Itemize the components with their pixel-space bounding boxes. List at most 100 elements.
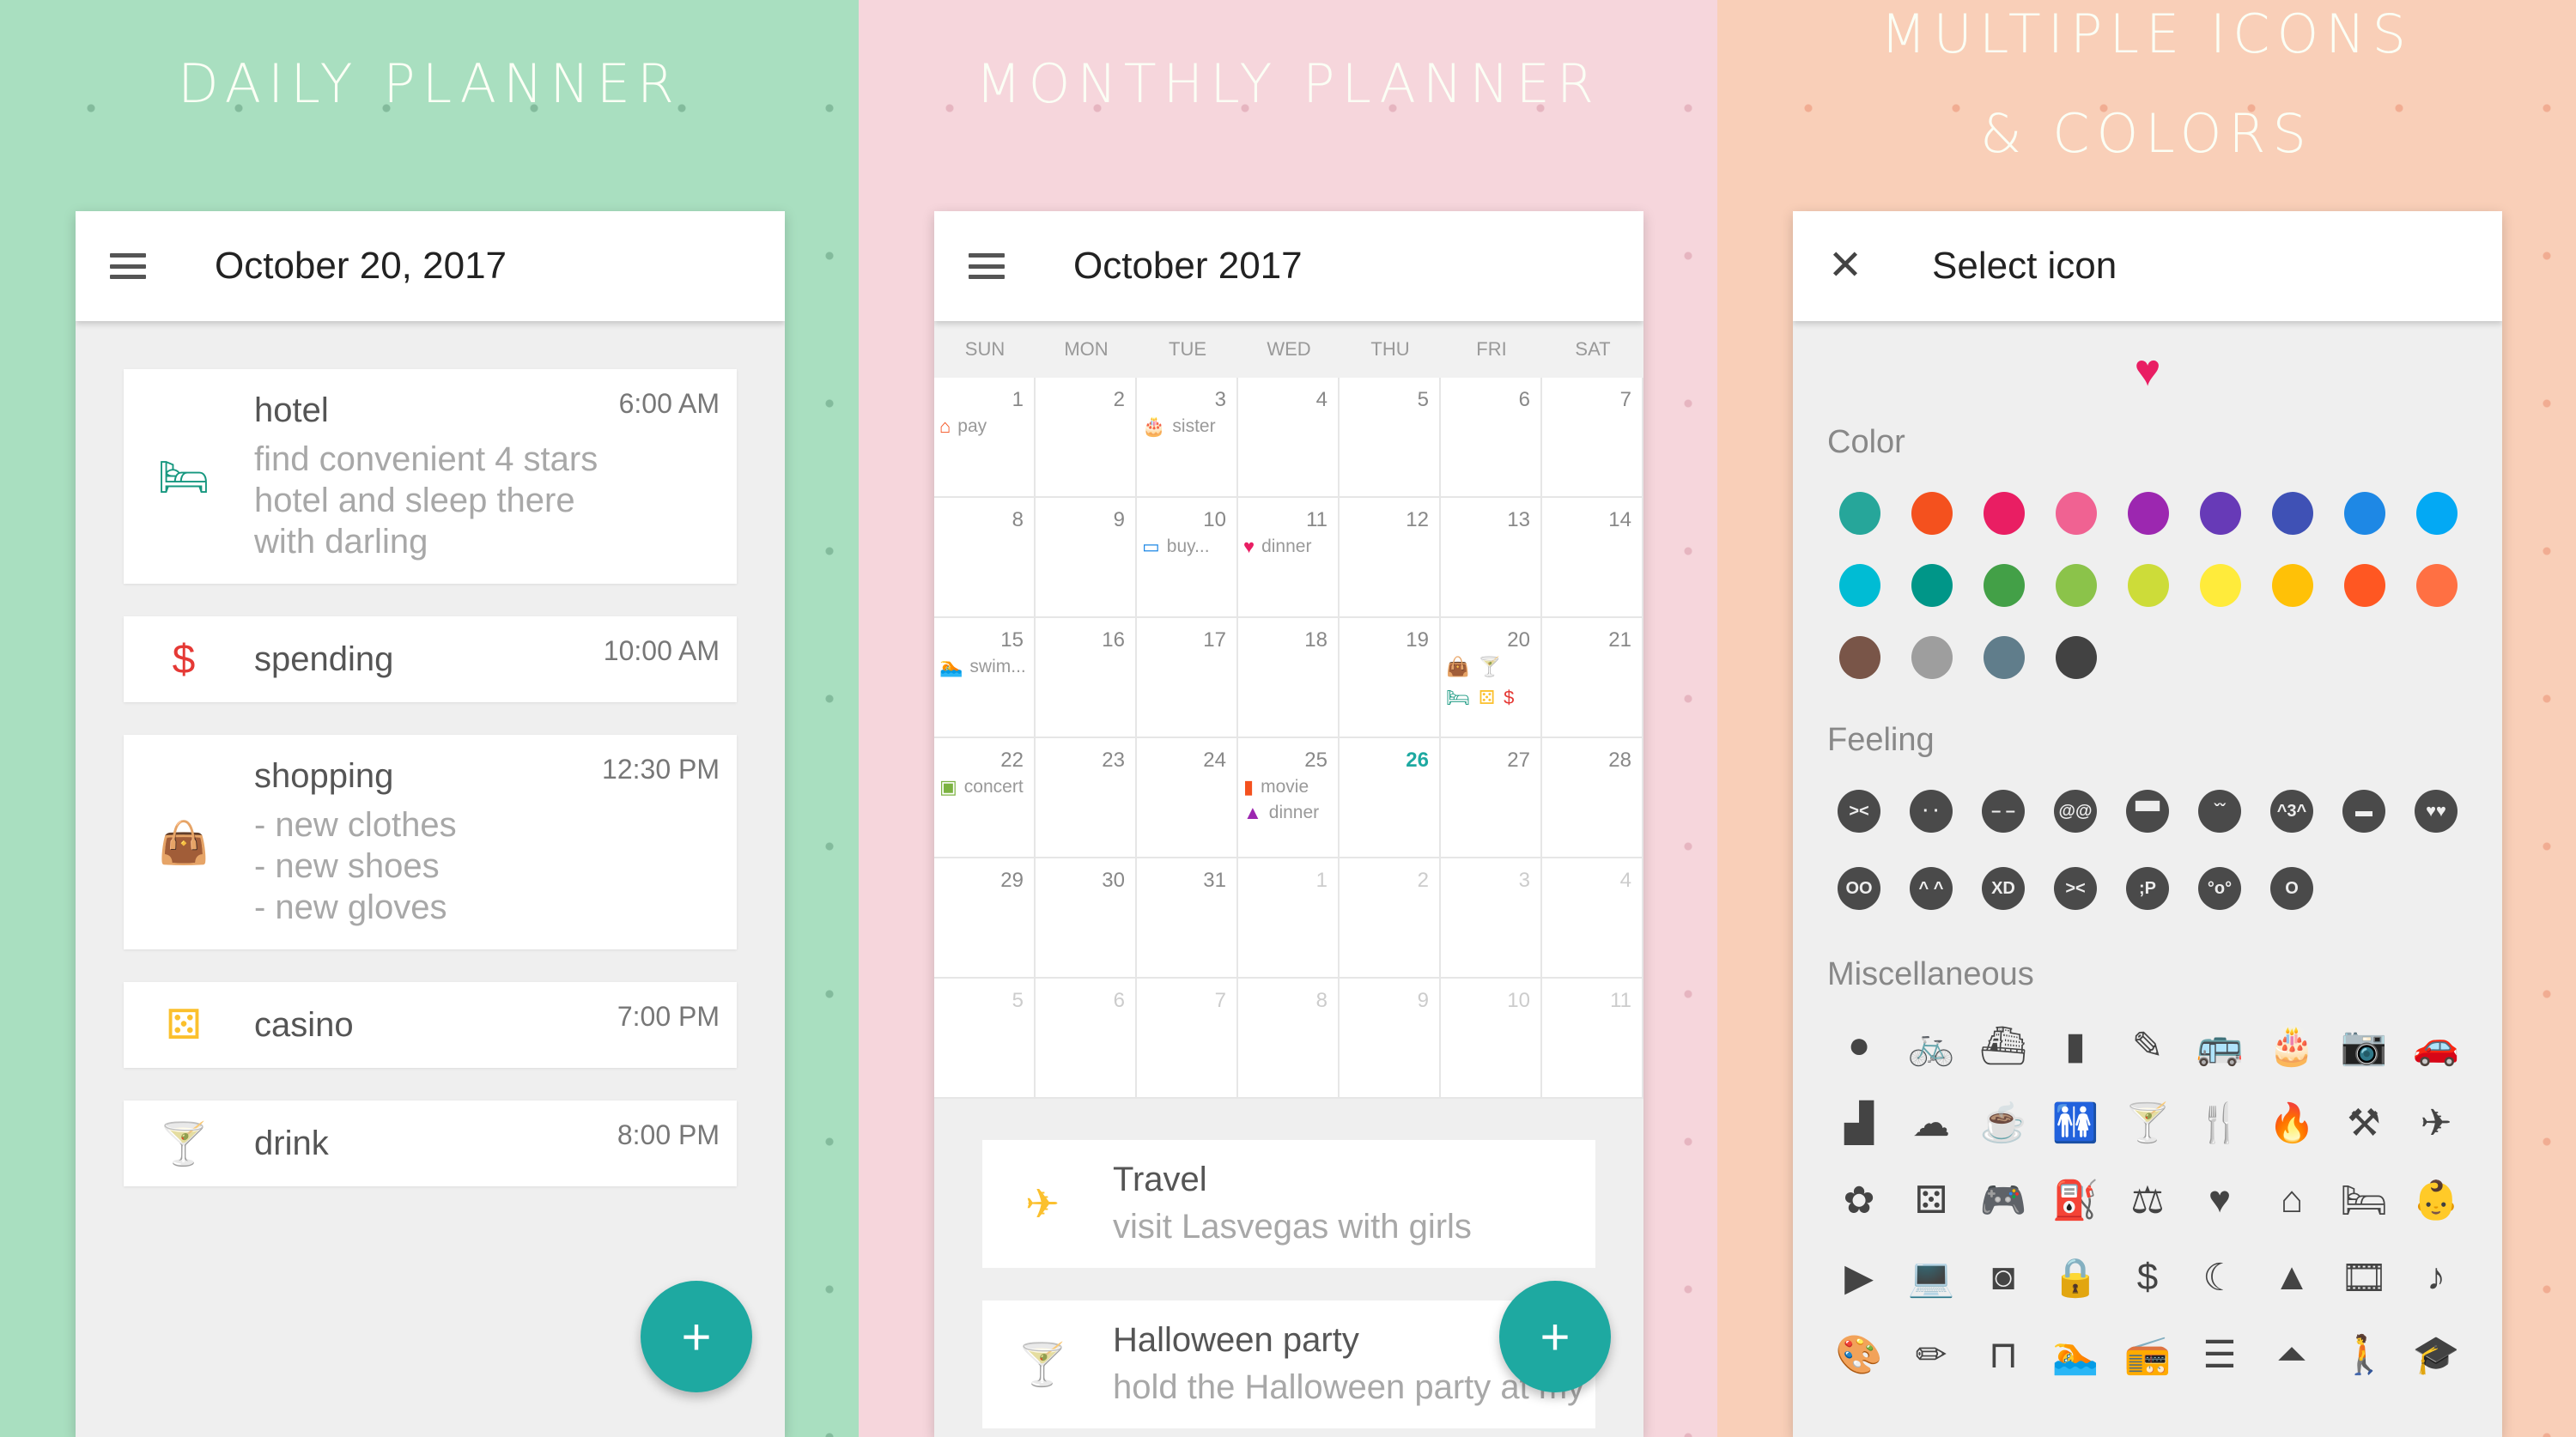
- restroom-icon[interactable]: 🚻: [2052, 1101, 2099, 1144]
- love-face-icon[interactable]: ♥♥: [2415, 790, 2458, 833]
- bookmark-icon[interactable]: ▮: [2054, 1024, 2097, 1067]
- close-icon[interactable]: ✕: [1827, 246, 1863, 287]
- calendar-day[interactable]: 3 🎂 sister: [1137, 378, 1238, 498]
- calendar-day[interactable]: 16: [1036, 618, 1137, 738]
- calendar-day[interactable]: 6: [1036, 979, 1137, 1099]
- calendar-day[interactable]: 31: [1137, 858, 1238, 979]
- lock-icon[interactable]: 🔒: [2052, 1256, 2099, 1299]
- pencil-icon[interactable]: ✏: [1910, 1333, 1953, 1376]
- gavel-icon[interactable]: ⚖: [2126, 1179, 2169, 1222]
- calendar-day[interactable]: 24: [1137, 738, 1238, 858]
- bus-icon[interactable]: 🚌: [2196, 1024, 2244, 1067]
- scared-face-icon[interactable]: °o°: [2198, 867, 2241, 910]
- calendar-day[interactable]: 11 ♥ dinner: [1238, 498, 1340, 618]
- event-item[interactable]: 🛏 hotel find convenient 4 stars hotel and …: [124, 369, 737, 584]
- calendar-day[interactable]: 1: [1238, 858, 1340, 979]
- event-item[interactable]: 🍸 drink 8:00 PM: [124, 1100, 737, 1186]
- film-icon[interactable]: 🎞: [2340, 1256, 2388, 1299]
- washer-icon[interactable]: ◙: [1982, 1256, 2025, 1299]
- smile-face-icon[interactable]: ^ ^: [1910, 867, 1953, 910]
- calendar-day[interactable]: 18: [1238, 618, 1340, 738]
- calendar-day[interactable]: 2: [1036, 378, 1137, 498]
- crying-face-icon[interactable]: ˇˇ: [2198, 790, 2241, 833]
- calendar-day[interactable]: 8: [1238, 979, 1340, 1099]
- calendar-day[interactable]: 10 ▭ buy...: [1137, 498, 1238, 618]
- cake-icon[interactable]: 🎂: [2269, 1024, 2316, 1067]
- flower-icon[interactable]: ✿: [1838, 1179, 1880, 1222]
- dice-icon[interactable]: ⚄: [1910, 1179, 1953, 1222]
- calendar-event[interactable]: ▣ concert: [939, 776, 1029, 798]
- angry-face-icon[interactable]: ><: [1838, 790, 1880, 833]
- ship-icon[interactable]: ⛴: [1979, 1024, 2027, 1067]
- calendar-day[interactable]: 3: [1441, 858, 1542, 979]
- color-swatch[interactable]: [1984, 564, 2025, 607]
- stroller-icon[interactable]: 👶: [2413, 1179, 2460, 1222]
- pool-icon[interactable]: 🏊: [2052, 1333, 2099, 1376]
- event-icon-cluster[interactable]: 👜 🍸 🛏 ⚄ $: [1446, 656, 1532, 709]
- walk-icon[interactable]: 🚶: [2341, 1333, 2388, 1376]
- mountain-icon[interactable]: ▲: [2270, 1256, 2313, 1299]
- calendar-event[interactable]: ▮ movie: [1243, 776, 1333, 798]
- color-swatch[interactable]: [1839, 636, 1880, 679]
- event-item[interactable]: ⚄ casino 7:00 PM: [124, 982, 737, 1068]
- door-icon[interactable]: ⊓: [1982, 1333, 2025, 1376]
- color-swatch[interactable]: [1839, 492, 1880, 535]
- calendar-day[interactable]: 5: [934, 979, 1036, 1099]
- calendar-event[interactable]: ▭ buy...: [1142, 536, 1231, 558]
- heart-icon[interactable]: ♥: [2198, 1179, 2241, 1222]
- calendar-day[interactable]: 6: [1441, 378, 1542, 498]
- grin-face-icon[interactable]: ▬: [2342, 790, 2385, 833]
- home-icon[interactable]: ⌂: [2270, 1179, 2313, 1222]
- dizzy-face-icon[interactable]: @@: [2054, 790, 2097, 833]
- calendar-day[interactable]: 8: [934, 498, 1036, 618]
- coffee-icon[interactable]: ☕: [1980, 1101, 2027, 1144]
- calendar-day[interactable]: 12: [1340, 498, 1441, 618]
- tongue-face-icon[interactable]: ;P: [2126, 867, 2169, 910]
- calendar-day[interactable]: 23: [1036, 738, 1137, 858]
- fire-icon[interactable]: 🔥: [2269, 1101, 2316, 1144]
- color-swatch[interactable]: [2416, 564, 2458, 607]
- color-swatch[interactable]: [2056, 636, 2097, 679]
- nerd-face-icon[interactable]: OO: [1838, 867, 1880, 910]
- calendar-day[interactable]: 7: [1542, 378, 1643, 498]
- color-swatch[interactable]: [2128, 492, 2169, 535]
- bicycle-icon[interactable]: 🚲: [1908, 1024, 1955, 1067]
- color-swatch[interactable]: [2272, 492, 2313, 535]
- radio-icon[interactable]: 📻: [2124, 1333, 2172, 1376]
- moon-icon[interactable]: ☾: [2198, 1256, 2241, 1299]
- gas-station-icon[interactable]: ⛽: [2052, 1179, 2099, 1222]
- calendar-day[interactable]: 30: [1036, 858, 1137, 979]
- calendar-day[interactable]: 11: [1542, 979, 1643, 1099]
- restaurant-icon[interactable]: 🍴: [2196, 1101, 2244, 1144]
- color-swatch[interactable]: [2344, 564, 2385, 607]
- calendar-event[interactable]: 🎂 sister: [1142, 415, 1231, 438]
- color-swatch[interactable]: [2056, 492, 2097, 535]
- color-swatch[interactable]: [1911, 636, 1953, 679]
- kiss-face-icon[interactable]: ^3^: [2270, 790, 2313, 833]
- color-swatch[interactable]: [1984, 636, 2025, 679]
- calendar-day[interactable]: 9: [1340, 979, 1441, 1099]
- calendar-day[interactable]: 9: [1036, 498, 1137, 618]
- palette-icon[interactable]: 🎨: [1836, 1333, 1883, 1376]
- music-note-icon[interactable]: ♪: [2415, 1256, 2458, 1299]
- hamburger-menu-icon[interactable]: [110, 253, 146, 279]
- calendar-day[interactable]: 15 🏊 swim...: [934, 618, 1036, 738]
- color-swatch[interactable]: [1911, 564, 1953, 607]
- calendar-day[interactable]: 10: [1441, 979, 1542, 1099]
- color-swatch[interactable]: [2272, 564, 2313, 607]
- calendar-day[interactable]: 19: [1340, 618, 1441, 738]
- calendar-day[interactable]: 13: [1441, 498, 1542, 618]
- sad-face-icon[interactable]: · ·: [1910, 790, 1953, 833]
- calendar-day[interactable]: 14: [1542, 498, 1643, 618]
- add-event-button[interactable]: +: [641, 1281, 752, 1392]
- calendar-day[interactable]: 27: [1441, 738, 1542, 858]
- label-icon[interactable]: ▶: [1838, 1256, 1880, 1299]
- airplane-icon[interactable]: ✈: [2415, 1101, 2458, 1144]
- color-swatch[interactable]: [2344, 492, 2385, 535]
- calendar-day[interactable]: 4: [1238, 378, 1340, 498]
- fitness-icon[interactable]: ⚒: [2342, 1101, 2385, 1144]
- calendar-day[interactable]: 22 ▣ concert: [934, 738, 1036, 858]
- calendar-event[interactable]: ⌂ pay: [939, 415, 1029, 438]
- hamburger-menu-icon[interactable]: [969, 253, 1005, 279]
- laugh-tears-face-icon[interactable]: XD: [1982, 867, 2025, 910]
